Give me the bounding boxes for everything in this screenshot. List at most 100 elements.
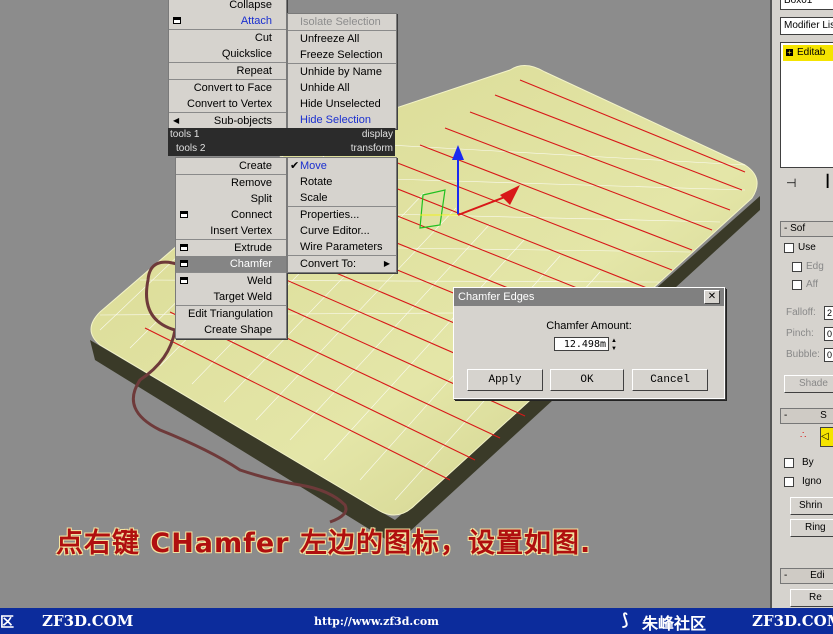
quad-menu-tools2: Create Remove Split Connect Insert Verte… bbox=[175, 157, 287, 339]
ring-button[interactable]: Ring bbox=[790, 519, 833, 537]
quad-label-row-top: tools 1 display bbox=[168, 128, 395, 142]
menu-unhide-by-name[interactable]: Unhide by Name bbox=[288, 63, 396, 80]
menu-hide-unselected[interactable]: Hide Unselected bbox=[288, 96, 396, 112]
modifier-list-dropdown[interactable]: Modifier Lis bbox=[780, 17, 833, 35]
menu-convert-to-vertex[interactable]: Convert to Vertex bbox=[169, 96, 286, 112]
bubble-label: Bubble: bbox=[786, 349, 820, 360]
quad-menu-transform: ✔ Move Rotate Scale Properties... Curve E… bbox=[287, 157, 397, 273]
close-icon[interactable]: ✕ bbox=[704, 290, 720, 304]
affect-backfacing-label: Aff bbox=[806, 279, 819, 290]
ok-button[interactable]: OK bbox=[550, 369, 624, 391]
use-soft-selection-checkbox[interactable] bbox=[784, 243, 794, 253]
menu-target-weld[interactable]: Target Weld bbox=[176, 289, 286, 305]
menu-remove[interactable]: Remove bbox=[176, 174, 286, 191]
menu-properties[interactable]: Properties... bbox=[288, 206, 396, 223]
edge-mode-icon[interactable]: ◁ bbox=[820, 427, 833, 447]
remove-button[interactable]: Re bbox=[790, 589, 833, 607]
bubble-field[interactable]: 0 bbox=[824, 348, 833, 362]
community-logo-icon: ⟆ bbox=[622, 612, 629, 629]
shrink-button[interactable]: Shrin bbox=[790, 497, 833, 515]
quad-menu-display: Isolate Selection Unfreeze All Freeze Se… bbox=[287, 13, 397, 129]
rollout-selection-label: S bbox=[820, 410, 827, 421]
pin-stack-icon[interactable]: ⊣ bbox=[786, 176, 796, 190]
falloff-field[interactable]: 2 bbox=[824, 306, 833, 320]
menu-attach-label: Attach bbox=[240, 15, 272, 27]
rollout-soft-selection-label: Sof bbox=[790, 223, 806, 234]
menu-unfreeze-all[interactable]: Unfreeze All bbox=[288, 30, 396, 47]
footer-url[interactable]: http://www.zf3d.com bbox=[314, 615, 439, 628]
menu-convert-to-label: Convert To: bbox=[300, 258, 357, 270]
rollout-soft-selection[interactable]: - Sof bbox=[780, 221, 833, 237]
menu-move-label: Move bbox=[300, 160, 327, 172]
footer-community: 朱峰社区 bbox=[642, 616, 707, 633]
menu-hide-selection[interactable]: Hide Selection bbox=[288, 112, 396, 128]
menu-freeze-selection[interactable]: Freeze Selection bbox=[288, 47, 396, 63]
menu-create[interactable]: Create bbox=[176, 158, 286, 174]
stack-item-label: Editab bbox=[797, 47, 826, 58]
affect-backfacing-checkbox[interactable] bbox=[792, 280, 802, 290]
settings-box-icon[interactable] bbox=[180, 277, 188, 284]
menu-weld[interactable]: Weld bbox=[176, 272, 286, 289]
menu-repeat[interactable]: Repeat bbox=[169, 62, 286, 79]
menu-rotate[interactable]: Rotate bbox=[288, 174, 396, 190]
quad-label-tools2: tools 2 bbox=[176, 143, 206, 154]
menu-sub-objects[interactable]: ◀ Sub-objects bbox=[169, 112, 286, 129]
command-panel: Box01 Modifier Lis + Editab ⊣ ┃ - Sof Us… bbox=[770, 0, 833, 608]
menu-scale[interactable]: Scale bbox=[288, 190, 396, 206]
menu-insert-vertex[interactable]: Insert Vertex bbox=[176, 223, 286, 239]
menu-unhide-all[interactable]: Unhide All bbox=[288, 80, 396, 96]
stack-item-editable[interactable]: + Editab bbox=[783, 45, 833, 61]
menu-convert-to[interactable]: Convert To: ▶ bbox=[288, 255, 396, 272]
edge-distance-checkbox[interactable] bbox=[792, 262, 802, 272]
menu-extrude-label: Extrude bbox=[234, 242, 272, 254]
quad-label-tools1: tools 1 bbox=[170, 129, 200, 140]
settings-box-icon[interactable] bbox=[180, 260, 188, 267]
apply-button[interactable]: Apply bbox=[467, 369, 543, 391]
dialog-titlebar[interactable]: Chamfer Edges ✕ bbox=[454, 288, 724, 306]
quad-label-row-bottom: tools 2 transform bbox=[168, 142, 395, 156]
menu-move[interactable]: ✔ Move bbox=[288, 158, 396, 174]
rollout-selection[interactable]: - S bbox=[780, 408, 833, 424]
rollout-edit-edges[interactable]: - Edi bbox=[780, 568, 833, 584]
shaded-face-toggle-button[interactable]: Shade bbox=[784, 375, 833, 393]
menu-curve-editor[interactable]: Curve Editor... bbox=[288, 223, 396, 239]
spinner-icon[interactable]: ▲ ▼ bbox=[611, 337, 621, 353]
chamfer-amount-input[interactable]: 12.498m bbox=[554, 337, 609, 351]
menu-attach[interactable]: Attach bbox=[169, 13, 286, 29]
viewport-perspective[interactable]: Collapse Attach Cut Quickslice Repeat Co… bbox=[0, 0, 770, 608]
expand-plus-icon[interactable]: + bbox=[786, 49, 793, 57]
edge-distance-label: Edg bbox=[806, 261, 824, 272]
vertex-mode-icon[interactable]: ∴ bbox=[800, 430, 806, 441]
cancel-button[interactable]: Cancel bbox=[632, 369, 708, 391]
ignore-backfacing-label: Igno bbox=[802, 476, 822, 487]
pinch-field[interactable]: 0 bbox=[824, 327, 833, 341]
menu-chamfer-label: Chamfer bbox=[229, 258, 272, 270]
menu-create-shape[interactable]: Create Shape bbox=[176, 322, 286, 338]
settings-box-icon[interactable] bbox=[173, 17, 181, 24]
menu-isolate-selection[interactable]: Isolate Selection bbox=[288, 14, 396, 30]
menu-collapse[interactable]: Collapse bbox=[169, 0, 286, 13]
use-soft-selection-label: Use bbox=[798, 242, 816, 253]
menu-chamfer[interactable]: Chamfer bbox=[176, 256, 286, 272]
menu-connect[interactable]: Connect bbox=[176, 207, 286, 223]
falloff-label: Falloff: bbox=[786, 307, 816, 318]
menu-convert-to-face[interactable]: Convert to Face bbox=[169, 79, 286, 96]
menu-quickslice[interactable]: Quickslice bbox=[169, 46, 286, 62]
settings-box-icon[interactable] bbox=[180, 244, 188, 251]
menu-edit-triangulation[interactable]: Edit Triangulation bbox=[176, 305, 286, 322]
menu-cut[interactable]: Cut bbox=[169, 29, 286, 46]
modifier-stack[interactable]: + Editab bbox=[780, 42, 833, 168]
footer-brand-left: ZF3D.COM bbox=[42, 612, 134, 630]
menu-wire-parameters[interactable]: Wire Parameters bbox=[288, 239, 396, 255]
by-vertex-checkbox[interactable] bbox=[784, 458, 794, 468]
ignore-backfacing-checkbox[interactable] bbox=[784, 477, 794, 487]
settings-box-icon[interactable] bbox=[180, 211, 188, 218]
menu-split[interactable]: Split bbox=[176, 191, 286, 207]
arrow-left-icon: ◀ bbox=[173, 116, 180, 125]
dialog-title: Chamfer Edges bbox=[458, 291, 535, 303]
pinch-label: Pinch: bbox=[786, 328, 814, 339]
quad-label-transform: transform bbox=[350, 143, 393, 154]
stack-toggle-icon[interactable]: ┃ bbox=[824, 174, 831, 188]
menu-extrude[interactable]: Extrude bbox=[176, 239, 286, 256]
object-name-field[interactable]: Box01 bbox=[780, 0, 833, 10]
